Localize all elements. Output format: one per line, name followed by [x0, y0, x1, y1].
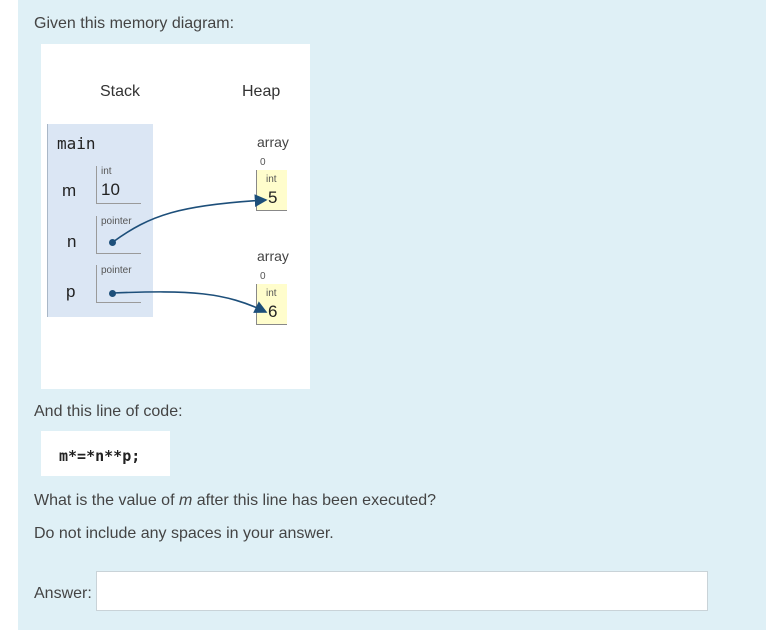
question-var: m — [178, 492, 193, 509]
answer-input[interactable] — [96, 571, 708, 611]
question-text-part1: What is the value of — [34, 492, 179, 509]
question-text-part2: after this line has been executed? — [192, 492, 437, 509]
instruction-text: Do not include any spaces in your answer… — [34, 525, 334, 542]
arrow-p-to-heap2 — [112, 291, 268, 313]
question-text: What is the value of m after this line h… — [34, 492, 436, 510]
arrow-n-to-heap1 — [112, 194, 268, 243]
code-line: m*=*n**p; — [59, 447, 141, 465]
answer-label: Answer: — [34, 585, 92, 602]
code-intro-text: And this line of code: — [34, 403, 183, 420]
